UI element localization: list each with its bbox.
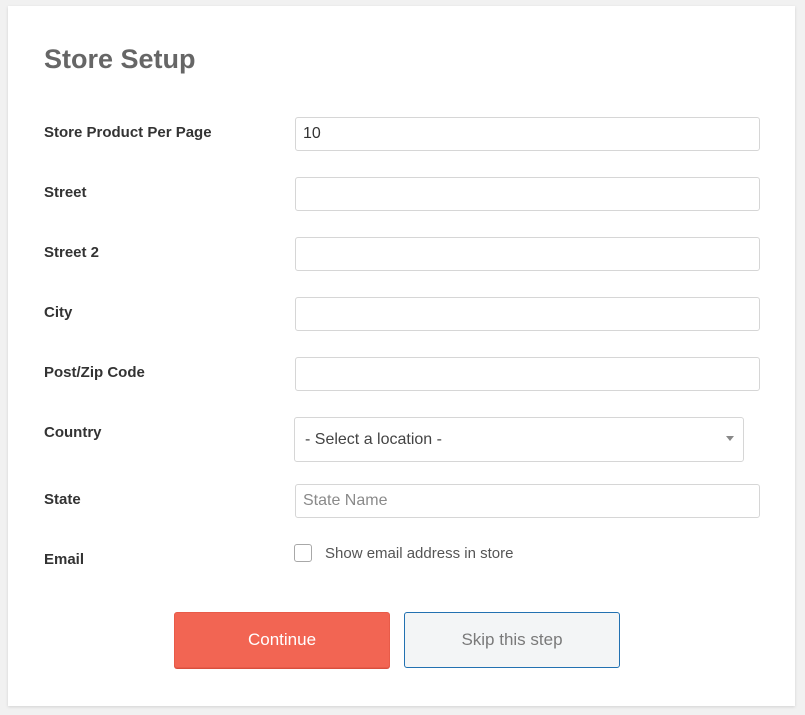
store-setup-card: Store Setup Store Product Per Page Stree… — [8, 6, 795, 706]
street2-input[interactable] — [295, 237, 760, 271]
city-label: City — [44, 304, 73, 321]
country-select-value: - Select a location - — [305, 431, 442, 448]
page-title: Store Setup — [44, 44, 196, 74]
row-per-page: Store Product Per Page — [44, 117, 760, 159]
skip-step-button[interactable]: Skip this step — [404, 612, 620, 668]
row-email: Email Show email address in store — [44, 544, 760, 586]
country-select[interactable]: - Select a location - — [294, 417, 744, 462]
per-page-label: Store Product Per Page — [44, 124, 212, 141]
street2-label: Street 2 — [44, 244, 100, 261]
continue-button[interactable]: Continue — [174, 612, 390, 668]
caret-down-icon — [726, 436, 734, 441]
state-label: State — [44, 491, 81, 508]
row-city: City — [44, 297, 760, 339]
row-state: State — [44, 484, 760, 526]
street-label: Street — [44, 184, 87, 201]
state-input[interactable] — [295, 484, 760, 518]
email-label: Email — [44, 551, 85, 568]
city-input[interactable] — [295, 297, 760, 331]
per-page-input[interactable] — [295, 117, 760, 151]
show-email-label[interactable]: Show email address in store — [325, 545, 513, 562]
row-country: Country - Select a location - — [44, 417, 760, 462]
row-street: Street — [44, 177, 760, 219]
zip-label: Post/Zip Code — [44, 364, 145, 381]
zip-input[interactable] — [295, 357, 760, 391]
country-label: Country — [44, 424, 102, 441]
show-email-checkbox[interactable] — [294, 544, 312, 562]
street-input[interactable] — [295, 177, 760, 211]
row-zip: Post/Zip Code — [44, 357, 760, 399]
row-street2: Street 2 — [44, 237, 760, 279]
